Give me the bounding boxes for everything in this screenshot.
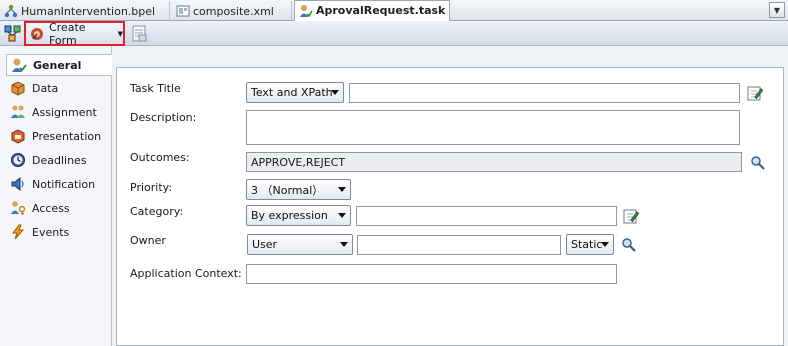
task-title-label: Task Title — [130, 82, 181, 95]
category-edit-icon[interactable] — [623, 208, 639, 224]
task-title-mode-select[interactable]: Text and XPath — [246, 82, 344, 103]
tab-label: AprovalRequest.task — [316, 4, 446, 17]
nav-item-assignment[interactable]: Assignment — [10, 103, 110, 121]
nav-item-deadlines[interactable]: Deadlines — [10, 151, 110, 169]
general-form: Task Title Text and XPath Description: O… — [116, 67, 784, 346]
priority-value: 3 （Normal） — [251, 183, 324, 197]
priority-label: Priority: — [130, 181, 173, 194]
bpel-process-icon — [4, 4, 18, 18]
owner-input[interactable] — [357, 235, 561, 255]
tab-list-dropdown-button[interactable]: ▼ — [769, 2, 785, 18]
chevron-down-icon — [601, 242, 609, 247]
category-label: Category: — [130, 205, 184, 218]
editor-tab-bar: HumanIntervention.bpel composite.xml Apr… — [0, 0, 788, 21]
task-diagram-button[interactable] — [3, 24, 22, 43]
nav-label: Events — [32, 225, 70, 239]
nav-item-access[interactable]: Access — [10, 199, 110, 217]
chevron-down-icon — [338, 187, 346, 192]
nav-item-presentation[interactable]: Presentation — [10, 127, 110, 145]
description-textarea[interactable] — [246, 110, 740, 145]
nav-item-general[interactable]: General — [6, 54, 112, 76]
tab-composite-xml[interactable]: composite.xml — [172, 1, 292, 21]
task-diagram-icon — [4, 25, 21, 42]
nav-label: General — [33, 58, 82, 72]
nav-label: Data — [32, 81, 59, 95]
tab-label: composite.xml — [193, 4, 274, 18]
tab-label: HumanIntervention.bpel — [21, 4, 156, 18]
nav-label: Presentation — [32, 129, 102, 143]
nav-item-data[interactable]: Data — [10, 79, 110, 97]
nav-label: Deadlines — [32, 153, 87, 167]
category-mode-select[interactable]: By expression — [246, 205, 351, 226]
form-preview-icon — [132, 25, 147, 42]
task-editor-toolbar: Create Form ▼ — [0, 20, 788, 47]
outcomes-label: Outcomes: — [130, 151, 190, 164]
create-form-button[interactable]: Create Form ▼ — [24, 20, 125, 47]
tab-human-intervention-bpel[interactable]: HumanIntervention.bpel — [0, 1, 170, 21]
owner-label: Owner — [130, 234, 166, 247]
nav-label: Notification — [32, 177, 96, 191]
task-section-nav: General Data Assignment Presentation Dea… — [0, 46, 112, 346]
owner-mode-value: Static — [571, 238, 603, 251]
general-panel: Task Title Text and XPath Description: O… — [112, 46, 788, 346]
category-mode-value: By expression — [251, 209, 328, 222]
data-icon — [10, 80, 26, 96]
nav-item-notification[interactable]: Notification — [10, 175, 110, 193]
task-title-edit-icon[interactable] — [747, 85, 763, 101]
form-wizard-icon — [30, 27, 44, 41]
events-icon — [10, 224, 26, 240]
tab-aproval-request-task[interactable]: AprovalRequest.task — [294, 0, 450, 21]
presentation-icon — [10, 128, 26, 144]
description-label: Description: — [130, 111, 197, 124]
outcomes-search-icon[interactable] — [750, 155, 766, 171]
assignment-icon — [10, 104, 26, 120]
deadlines-icon — [10, 152, 26, 168]
nav-label: Access — [32, 201, 70, 215]
caret-down-icon: ▼ — [117, 29, 123, 38]
task-title-mode-value: Text and XPath — [251, 86, 333, 99]
composite-icon — [176, 4, 190, 18]
preview-form-button[interactable] — [130, 24, 149, 43]
access-icon — [10, 200, 26, 216]
chevron-down-icon: ▼ — [773, 5, 781, 15]
nav-item-events[interactable]: Events — [10, 223, 110, 241]
chevron-down-icon — [338, 213, 346, 218]
owner-type-select[interactable]: User — [247, 234, 353, 255]
create-form-label: Create Form — [49, 20, 86, 47]
category-input[interactable] — [356, 206, 617, 226]
chevron-down-icon — [340, 242, 348, 247]
application-context-input[interactable] — [246, 264, 617, 284]
task-title-input[interactable] — [349, 83, 740, 103]
owner-search-icon[interactable] — [621, 237, 637, 253]
notification-icon — [10, 176, 26, 192]
outcomes-value: APPROVE,REJECT — [251, 156, 346, 169]
owner-mode-select[interactable]: Static — [566, 234, 614, 255]
nav-label: Assignment — [32, 105, 97, 119]
application-context-label: Application Context: — [130, 267, 242, 280]
general-icon — [11, 57, 27, 73]
outcomes-field: APPROVE,REJECT — [246, 152, 742, 172]
owner-type-value: User — [252, 238, 278, 251]
chevron-down-icon — [331, 90, 339, 95]
priority-select[interactable]: 3 （Normal） — [246, 179, 351, 200]
task-icon — [299, 4, 313, 18]
